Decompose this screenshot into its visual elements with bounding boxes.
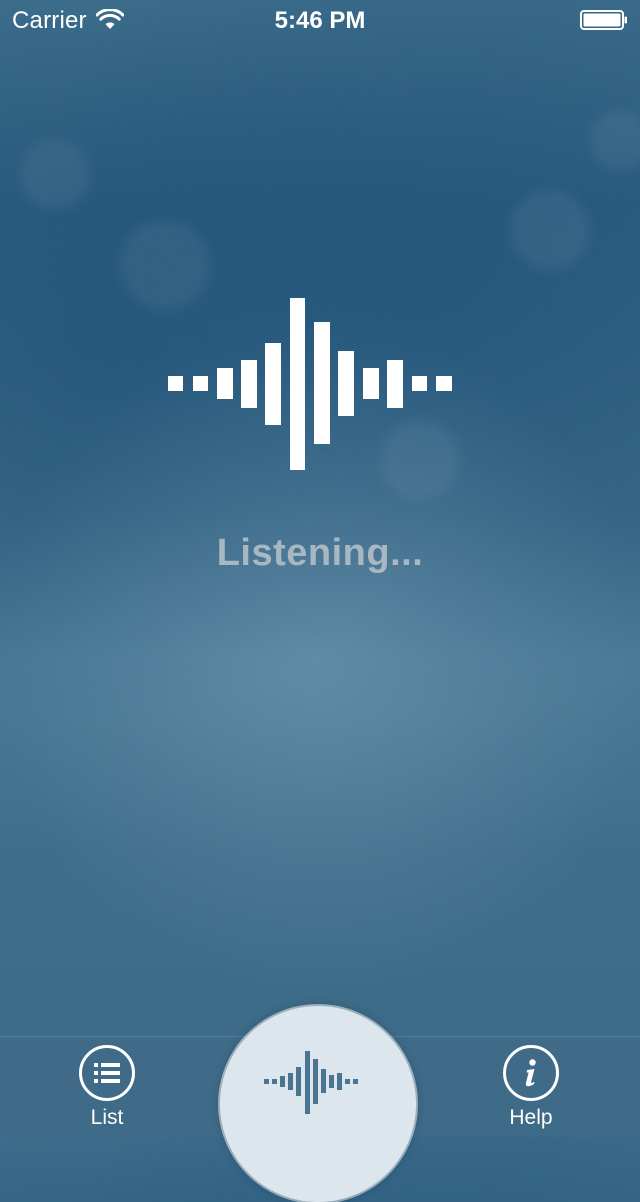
background-bokeh xyxy=(510,190,590,270)
tab-list-label: List xyxy=(90,1106,124,1129)
list-icon xyxy=(94,1063,120,1083)
tab-help-label: Help xyxy=(509,1106,553,1129)
background-bokeh xyxy=(120,220,210,310)
waveform-icon xyxy=(264,1051,358,1114)
list-button[interactable] xyxy=(79,1045,135,1101)
background-bokeh xyxy=(590,110,640,170)
status-bar: Carrier 5:46 PM xyxy=(0,0,640,40)
battery-icon xyxy=(580,10,627,30)
status-time: 5:46 PM xyxy=(274,7,366,34)
help-button[interactable] xyxy=(503,1045,559,1101)
waveform-icon xyxy=(168,298,452,470)
background-bokeh xyxy=(20,140,90,210)
listening-status: Listening... xyxy=(216,532,424,574)
tab-list[interactable]: List xyxy=(47,1045,167,1137)
info-icon xyxy=(525,1059,536,1087)
listen-button[interactable] xyxy=(220,1006,416,1202)
tab-help[interactable]: Help xyxy=(471,1045,591,1137)
